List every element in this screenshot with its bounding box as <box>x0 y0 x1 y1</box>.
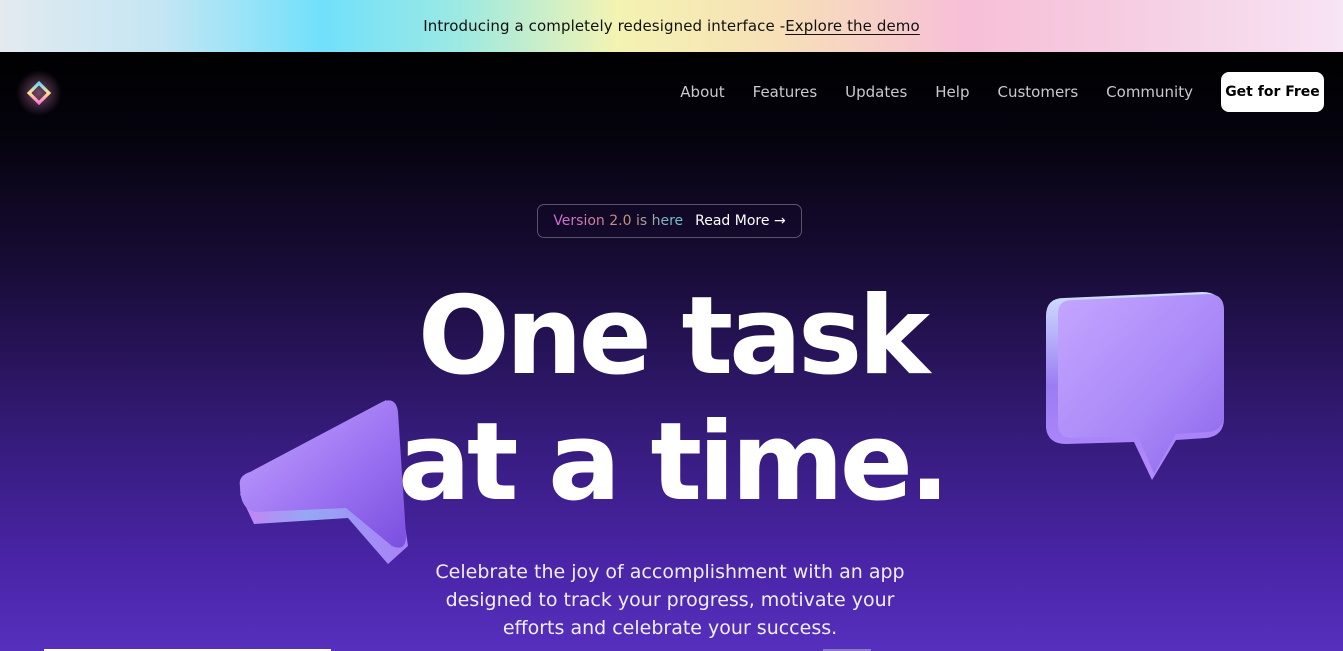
announcement-banner: Introducing a completely redesigned inte… <box>0 0 1343 52</box>
version-badge[interactable]: Version 2.0 is here Read More → <box>537 204 802 238</box>
hero-headline: One task at a time. <box>372 274 972 526</box>
hero-section: About Features Updates Help Customers Co… <box>0 52 1343 651</box>
logo[interactable] <box>16 70 62 116</box>
announcement-text: Introducing a completely redesigned inte… <box>423 17 786 35</box>
get-for-free-button[interactable]: Get for Free <box>1221 72 1324 112</box>
read-more-label: Read More <box>695 213 770 229</box>
nav-customers[interactable]: Customers <box>997 83 1078 101</box>
nav-updates[interactable]: Updates <box>845 83 907 101</box>
hero-subtitle: Celebrate the joy of accomplishment with… <box>435 561 905 639</box>
arrow-right-icon: → <box>773 213 786 229</box>
nav-about[interactable]: About <box>680 83 724 101</box>
nav-help[interactable]: Help <box>935 83 969 101</box>
version-badge-text: Version 2.0 is here <box>553 213 684 229</box>
nav-community[interactable]: Community <box>1106 83 1193 101</box>
main-nav: About Features Updates Help Customers Co… <box>680 80 1193 104</box>
headline-line-2: at a time. <box>397 400 950 525</box>
nav-features[interactable]: Features <box>753 83 818 101</box>
diamond-logo-icon <box>26 80 52 106</box>
chat-bubble-3d-icon <box>1046 292 1224 480</box>
headline-line-1: One task <box>417 274 930 399</box>
read-more-link[interactable]: Read More → <box>695 213 786 229</box>
explore-demo-link[interactable]: Explore the demo <box>785 17 920 35</box>
